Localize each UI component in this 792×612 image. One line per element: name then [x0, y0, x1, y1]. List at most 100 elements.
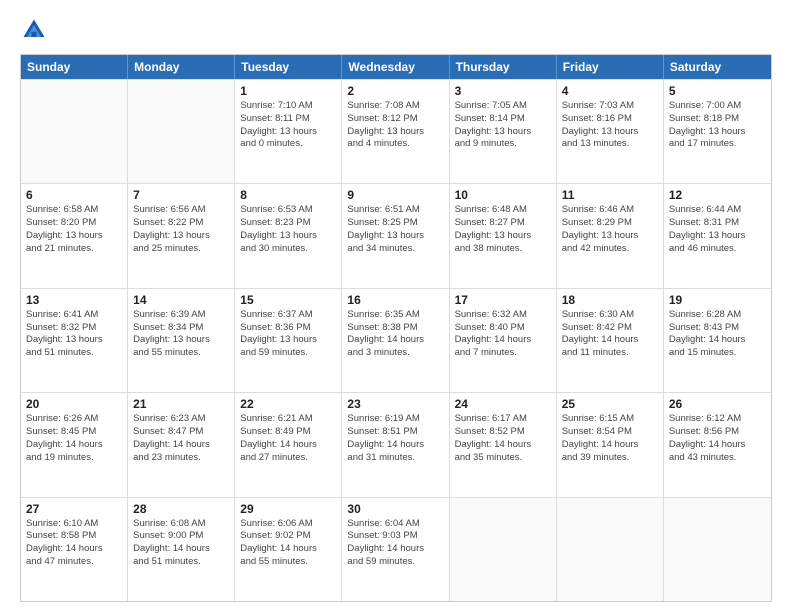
day-cell-19: 19 Sunrise: 6:28 AM Sunset: 8:43 PM Dayli…	[664, 289, 771, 392]
day-cell-17: 17 Sunrise: 6:32 AM Sunset: 8:40 PM Dayli…	[450, 289, 557, 392]
day-number: 4	[562, 84, 658, 98]
day-info: Sunrise: 6:41 AM Sunset: 8:32 PM Dayligh…	[26, 309, 122, 360]
header-day-tuesday: Tuesday	[235, 55, 342, 79]
day-number: 6	[26, 188, 122, 202]
calendar-body: 1Sunrise: 7:10 AM Sunset: 8:11 PM Daylig…	[21, 79, 771, 601]
day-cell-21: 21 Sunrise: 6:23 AM Sunset: 8:47 PM Dayli…	[128, 393, 235, 496]
day-info: Sunrise: 6:06 AM Sunset: 9:02 PM Dayligh…	[240, 518, 336, 569]
day-info: Sunrise: 6:32 AM Sunset: 8:40 PM Dayligh…	[455, 309, 551, 360]
day-number: 9	[347, 188, 443, 202]
day-info: Sunrise: 6:51 AM Sunset: 8:25 PM Dayligh…	[347, 204, 443, 255]
day-info: Sunrise: 7:00 AM Sunset: 8:18 PM Dayligh…	[669, 100, 766, 151]
day-number: 3	[455, 84, 551, 98]
header-day-thursday: Thursday	[450, 55, 557, 79]
header-day-saturday: Saturday	[664, 55, 771, 79]
day-number: 11	[562, 188, 658, 202]
day-cell-empty	[450, 498, 557, 601]
header	[20, 16, 772, 44]
day-number: 2	[347, 84, 443, 98]
day-number: 18	[562, 293, 658, 307]
day-cell-24: 24Sunrise: 6:17 AM Sunset: 8:52 PM Dayli…	[450, 393, 557, 496]
day-number: 7	[133, 188, 229, 202]
day-cell-2: 2Sunrise: 7:08 AM Sunset: 8:12 PM Daylig…	[342, 80, 449, 183]
week-row-1: 1Sunrise: 7:10 AM Sunset: 8:11 PM Daylig…	[21, 79, 771, 183]
day-info: Sunrise: 6:37 AM Sunset: 8:36 PM Dayligh…	[240, 309, 336, 360]
day-cell-empty	[128, 80, 235, 183]
day-number: 10	[455, 188, 551, 202]
header-day-friday: Friday	[557, 55, 664, 79]
day-number: 28	[133, 502, 229, 516]
day-cell-7: 7 Sunrise: 6:56 AM Sunset: 8:22 PM Daylig…	[128, 184, 235, 287]
day-cell-29: 29 Sunrise: 6:06 AM Sunset: 9:02 PM Dayli…	[235, 498, 342, 601]
logo-icon	[20, 16, 48, 44]
day-cell-5: 5 Sunrise: 7:00 AM Sunset: 8:18 PM Daylig…	[664, 80, 771, 183]
day-info: Sunrise: 6:56 AM Sunset: 8:22 PM Dayligh…	[133, 204, 229, 255]
day-cell-13: 13 Sunrise: 6:41 AM Sunset: 8:32 PM Dayli…	[21, 289, 128, 392]
week-row-2: 6 Sunrise: 6:58 AM Sunset: 8:20 PM Daylig…	[21, 183, 771, 287]
day-cell-empty	[664, 498, 771, 601]
day-number: 20	[26, 397, 122, 411]
week-row-3: 13 Sunrise: 6:41 AM Sunset: 8:32 PM Dayli…	[21, 288, 771, 392]
day-number: 13	[26, 293, 122, 307]
day-info: Sunrise: 6:15 AM Sunset: 8:54 PM Dayligh…	[562, 413, 658, 464]
day-number: 26	[669, 397, 766, 411]
day-number: 8	[240, 188, 336, 202]
day-cell-empty	[21, 80, 128, 183]
day-info: Sunrise: 6:30 AM Sunset: 8:42 PM Dayligh…	[562, 309, 658, 360]
day-info: Sunrise: 6:19 AM Sunset: 8:51 PM Dayligh…	[347, 413, 443, 464]
day-cell-23: 23 Sunrise: 6:19 AM Sunset: 8:51 PM Dayli…	[342, 393, 449, 496]
day-cell-4: 4 Sunrise: 7:03 AM Sunset: 8:16 PM Daylig…	[557, 80, 664, 183]
day-cell-22: 22Sunrise: 6:21 AM Sunset: 8:49 PM Dayli…	[235, 393, 342, 496]
day-cell-9: 9 Sunrise: 6:51 AM Sunset: 8:25 PM Daylig…	[342, 184, 449, 287]
day-number: 24	[455, 397, 551, 411]
day-info: Sunrise: 6:53 AM Sunset: 8:23 PM Dayligh…	[240, 204, 336, 255]
day-info: Sunrise: 6:35 AM Sunset: 8:38 PM Dayligh…	[347, 309, 443, 360]
week-row-4: 20 Sunrise: 6:26 AM Sunset: 8:45 PM Dayli…	[21, 392, 771, 496]
day-info: Sunrise: 7:05 AM Sunset: 8:14 PM Dayligh…	[455, 100, 551, 151]
day-cell-25: 25Sunrise: 6:15 AM Sunset: 8:54 PM Dayli…	[557, 393, 664, 496]
day-number: 17	[455, 293, 551, 307]
day-info: Sunrise: 6:48 AM Sunset: 8:27 PM Dayligh…	[455, 204, 551, 255]
day-cell-20: 20 Sunrise: 6:26 AM Sunset: 8:45 PM Dayli…	[21, 393, 128, 496]
day-info: Sunrise: 6:58 AM Sunset: 8:20 PM Dayligh…	[26, 204, 122, 255]
day-cell-15: 15 Sunrise: 6:37 AM Sunset: 8:36 PM Dayli…	[235, 289, 342, 392]
day-info: Sunrise: 6:12 AM Sunset: 8:56 PM Dayligh…	[669, 413, 766, 464]
day-number: 16	[347, 293, 443, 307]
day-number: 19	[669, 293, 766, 307]
day-number: 21	[133, 397, 229, 411]
header-day-wednesday: Wednesday	[342, 55, 449, 79]
day-number: 23	[347, 397, 443, 411]
day-number: 1	[240, 84, 336, 98]
day-info: Sunrise: 6:28 AM Sunset: 8:43 PM Dayligh…	[669, 309, 766, 360]
header-day-sunday: Sunday	[21, 55, 128, 79]
day-number: 27	[26, 502, 122, 516]
day-cell-12: 12 Sunrise: 6:44 AM Sunset: 8:31 PM Dayli…	[664, 184, 771, 287]
day-cell-28: 28 Sunrise: 6:08 AM Sunset: 9:00 PM Dayli…	[128, 498, 235, 601]
day-number: 15	[240, 293, 336, 307]
day-cell-26: 26 Sunrise: 6:12 AM Sunset: 8:56 PM Dayli…	[664, 393, 771, 496]
day-number: 22	[240, 397, 336, 411]
day-info: Sunrise: 6:10 AM Sunset: 8:58 PM Dayligh…	[26, 518, 122, 569]
day-info: Sunrise: 6:08 AM Sunset: 9:00 PM Dayligh…	[133, 518, 229, 569]
day-number: 29	[240, 502, 336, 516]
day-info: Sunrise: 6:23 AM Sunset: 8:47 PM Dayligh…	[133, 413, 229, 464]
day-cell-27: 27 Sunrise: 6:10 AM Sunset: 8:58 PM Dayli…	[21, 498, 128, 601]
page: SundayMondayTuesdayWednesdayThursdayFrid…	[0, 0, 792, 612]
day-info: Sunrise: 6:44 AM Sunset: 8:31 PM Dayligh…	[669, 204, 766, 255]
day-info: Sunrise: 6:26 AM Sunset: 8:45 PM Dayligh…	[26, 413, 122, 464]
day-cell-8: 8 Sunrise: 6:53 AM Sunset: 8:23 PM Daylig…	[235, 184, 342, 287]
day-number: 12	[669, 188, 766, 202]
day-info: Sunrise: 7:03 AM Sunset: 8:16 PM Dayligh…	[562, 100, 658, 151]
day-cell-10: 10 Sunrise: 6:48 AM Sunset: 8:27 PM Dayli…	[450, 184, 557, 287]
day-number: 14	[133, 293, 229, 307]
day-number: 5	[669, 84, 766, 98]
header-day-monday: Monday	[128, 55, 235, 79]
week-row-5: 27 Sunrise: 6:10 AM Sunset: 8:58 PM Dayli…	[21, 497, 771, 601]
day-cell-3: 3 Sunrise: 7:05 AM Sunset: 8:14 PM Daylig…	[450, 80, 557, 183]
day-cell-6: 6 Sunrise: 6:58 AM Sunset: 8:20 PM Daylig…	[21, 184, 128, 287]
day-info: Sunrise: 6:04 AM Sunset: 9:03 PM Dayligh…	[347, 518, 443, 569]
day-info: Sunrise: 6:39 AM Sunset: 8:34 PM Dayligh…	[133, 309, 229, 360]
day-cell-30: 30 Sunrise: 6:04 AM Sunset: 9:03 PM Dayli…	[342, 498, 449, 601]
calendar: SundayMondayTuesdayWednesdayThursdayFrid…	[20, 54, 772, 602]
day-number: 30	[347, 502, 443, 516]
